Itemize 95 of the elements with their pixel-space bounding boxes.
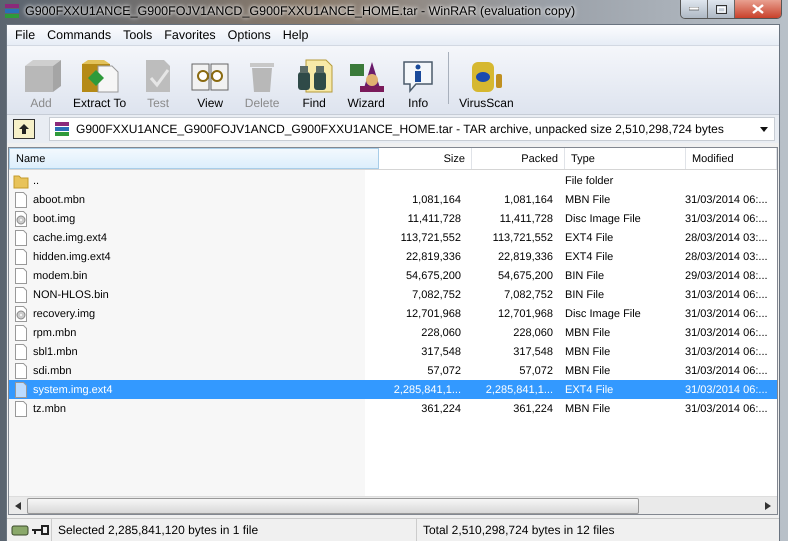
toolbar-button[interactable]: Extract To [69,58,130,110]
file-row[interactable]: sdi.mbn 57,072 57,072 MBN File 31/03/2014 06:... [9,361,777,380]
file-row[interactable]: modem.bin 54,675,200 54,675,200 BIN File 29/03/2014 08:... [9,266,777,285]
file-name: recovery.img [33,308,96,320]
modified-cell: 31/03/2014 06:... [685,194,768,206]
size-cell: 11,411,728 [408,212,461,224]
file-name: hidden.img.ext4 [33,250,111,262]
packed-cell: 11,411,728 [500,212,553,224]
size-cell: 2,285,841,1... [394,384,461,396]
file-row[interactable]: cache.img.ext4 113,721,552 113,721,552 EXT4 File 28/03/2014 03:... [9,228,777,247]
packed-cell: 57,072 [519,364,553,376]
size-cell: 7,082,752 [412,288,461,300]
file-row[interactable]: rpm.mbn 228,060 228,060 MBN File 31/03/2014 06:... [9,323,777,342]
column-header[interactable]: Size [379,148,472,169]
column-header[interactable]: Type [565,148,686,169]
type-cell: MBN File [565,194,610,206]
size-cell: 228,060 [421,326,461,338]
menu-item[interactable]: Favorites [158,28,222,42]
size-cell: 22,819,336 [406,250,461,262]
toolbar-button[interactable]: Info [394,58,442,110]
file-name: tz.mbn [33,402,66,414]
file-row[interactable]: .. File folder [9,171,777,190]
packed-cell: 54,675,200 [498,270,553,282]
file-row[interactable]: recovery.img 12,701,968 12,701,968 Disc Image File 31/03/2014 06:... [9,304,777,323]
menu-item[interactable]: Options [222,28,277,42]
menu-item[interactable]: File [9,28,42,42]
type-cell: Disc Image File [565,308,641,320]
type-cell: MBN File [565,402,610,414]
file-row[interactable]: boot.img 11,411,728 11,411,728 Disc Image File 31/03/2014 06:... [9,209,777,228]
modified-cell: 28/03/2014 03:... [685,250,768,262]
packed-cell: 22,819,336 [498,250,553,262]
type-cell: BIN File [565,288,604,300]
modified-cell: 31/03/2014 06:... [685,212,768,224]
packed-cell: 1,081,164 [504,194,553,206]
type-cell: MBN File [565,364,610,376]
toolbar-button[interactable]: Wizard [342,58,390,110]
modified-cell: 28/03/2014 03:... [685,232,768,244]
file-name: system.img.ext4 [33,384,112,396]
file-name: rpm.mbn [33,326,76,338]
menu-item[interactable]: Tools [117,28,158,42]
size-cell: 113,721,552 [400,232,461,244]
size-cell: 1,081,164 [412,194,461,206]
packed-cell: 7,082,752 [504,288,553,300]
file-row[interactable]: tz.mbn 361,224 361,224 MBN File 31/03/2014 06:... [9,399,777,418]
status-text: Total 2,510,298,724 bytes in 12 files [423,523,614,537]
file-name: cache.img.ext4 [33,232,107,244]
size-cell: 12,701,968 [406,308,461,320]
toolbar-button[interactable]: VirusScan [455,58,518,110]
toolbar-button[interactable]: View [186,58,234,110]
packed-cell: 361,224 [513,402,553,414]
file-name: NON-HLOS.bin [33,288,109,300]
file-name: .. [33,174,40,186]
type-cell: EXT4 File [565,384,614,396]
packed-cell: 2,285,841,1... [486,384,553,396]
modified-cell: 31/03/2014 06:... [685,384,768,396]
packed-cell: 228,060 [513,326,553,338]
file-row[interactable]: sbl1.mbn 317,548 317,548 MBN File 31/03/2014 06:... [9,342,777,361]
column-header[interactable]: Packed [472,148,565,169]
modified-cell: 31/03/2014 06:... [685,402,768,414]
modified-cell: 29/03/2014 08:... [685,270,768,282]
column-header[interactable]: Modified [686,148,777,169]
modified-cell: 31/03/2014 06:... [685,308,768,320]
size-cell: 317,548 [421,346,461,358]
file-name: modem.bin [33,270,88,282]
toolbar-button[interactable]: Find [290,58,338,110]
packed-cell: 317,548 [513,346,553,358]
file-name: sbl1.mbn [33,346,78,358]
type-cell: MBN File [565,346,610,358]
file-name: sdi.mbn [33,364,72,376]
type-cell: EXT4 File [565,232,614,244]
path-field[interactable]: G900FXXU1ANCE_G900FOJV1ANCD_G900FXXU1ANCE_HOME.tar - TAR archive, unpacked size 2,510,298,724 bytes [49,117,775,141]
menu-item[interactable]: Commands [41,28,118,42]
type-cell: BIN File [565,270,604,282]
packed-cell: 113,721,552 [492,232,553,244]
type-cell: MBN File [565,326,610,338]
packed-cell: 12,701,968 [498,308,553,320]
file-row[interactable]: hidden.img.ext4 22,819,336 22,819,336 EXT4 File 28/03/2014 03:... [9,247,777,266]
window-title: G900FXXU1ANCE_G900FOJV1ANCD_G900FXXU1ANCE_HOME.tar - WinRAR (evaluation copy) [25,4,576,18]
file-name: aboot.mbn [33,194,85,206]
size-cell: 57,072 [427,364,461,376]
modified-cell: 31/03/2014 06:... [685,346,768,358]
modified-cell: 31/03/2014 06:... [685,326,768,338]
type-cell: EXT4 File [565,250,614,262]
file-row[interactable]: aboot.mbn 1,081,164 1,081,164 MBN File 31/03/2014 06:... [9,190,777,209]
size-cell: 54,675,200 [406,270,461,282]
modified-cell: 31/03/2014 06:... [685,288,768,300]
size-cell: 361,224 [421,402,461,414]
modified-cell: 31/03/2014 06:... [685,364,768,376]
column-header[interactable]: Name [9,148,379,169]
type-cell: File folder [565,174,614,186]
status-text: Selected 2,285,841,120 bytes in 1 file [58,523,258,537]
file-name: boot.img [33,212,76,224]
menu-item[interactable]: Help [276,28,314,42]
file-row[interactable]: NON-HLOS.bin 7,082,752 7,082,752 BIN File 31/03/2014 06:... [9,285,777,304]
type-cell: Disc Image File [565,212,641,224]
